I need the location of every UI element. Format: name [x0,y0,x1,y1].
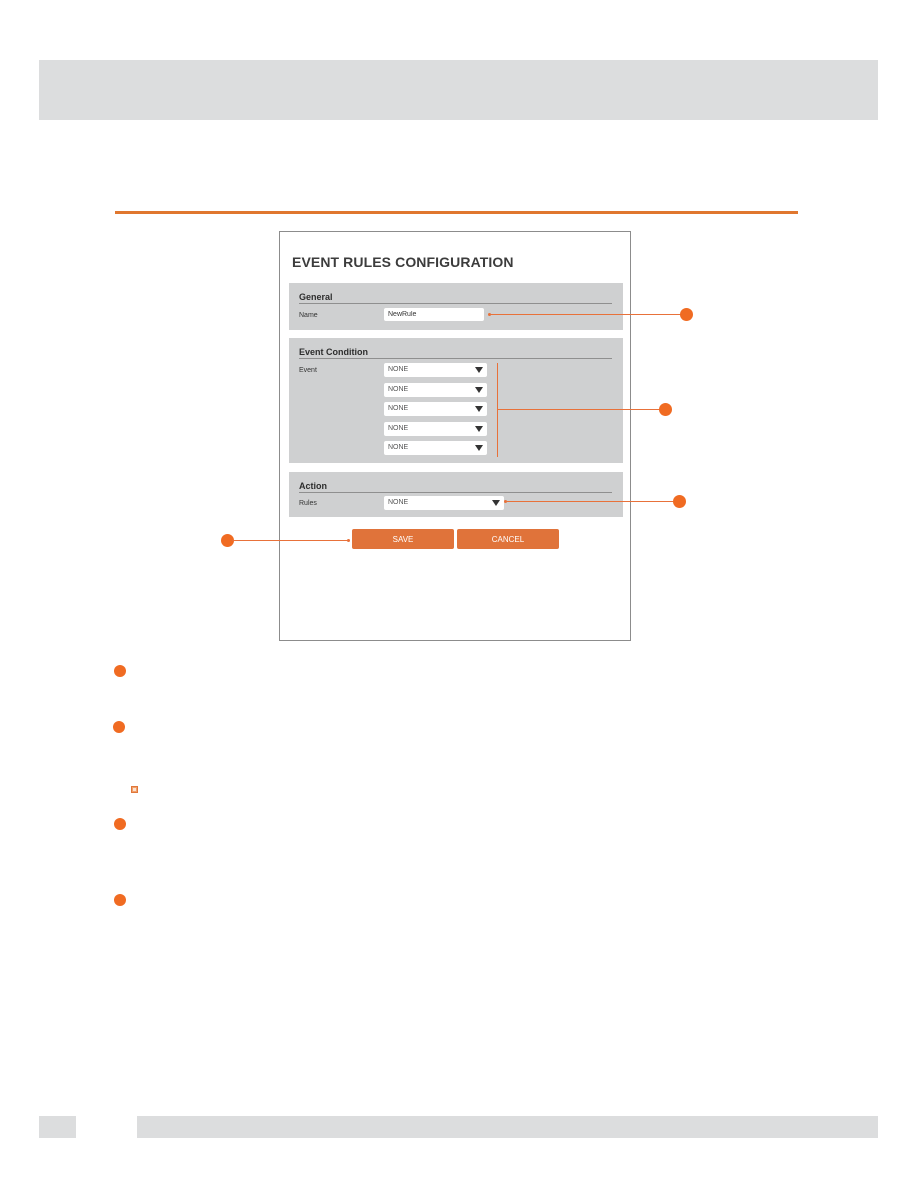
action-section: Action Rules NONE [289,472,623,517]
note-icon [131,786,138,793]
event-select-4[interactable]: NONE [384,422,487,436]
callout-1-marker [680,308,693,321]
event-select-1-value: NONE [388,366,409,373]
list-bullet-1 [114,665,126,677]
name-label: Name [299,312,318,319]
cancel-button[interactable]: CANCEL [457,529,559,549]
dropdown-arrow-icon [492,500,500,506]
event-select-5-value: NONE [388,444,409,451]
event-select-3-value: NONE [388,405,409,412]
rules-label: Rules [299,500,317,507]
dropdown-arrow-icon [475,367,483,373]
callout-3-marker [673,495,686,508]
list-bullet-3 [114,818,126,830]
callout-1-line [490,314,682,315]
rules-select[interactable]: NONE [384,496,504,510]
callout-4-line [232,540,348,541]
general-heading: General [299,292,612,304]
section-rule [115,211,798,214]
page-header-band [39,60,878,120]
callout-2-bracket [497,363,498,457]
event-select-4-value: NONE [388,425,409,432]
list-bullet-4 [114,894,126,906]
footer-band [137,1116,878,1138]
name-input[interactable] [384,308,484,321]
event-select-5[interactable]: NONE [384,441,487,455]
dropdown-arrow-icon [475,406,483,412]
event-select-2[interactable]: NONE [384,383,487,397]
dialog-title: EVENT RULES CONFIGURATION [292,254,514,270]
callout-2-marker [659,403,672,416]
event-select-1[interactable]: NONE [384,363,487,377]
event-condition-heading: Event Condition [299,347,612,359]
event-condition-section: Event Condition Event NONE NONE NONE NON… [289,338,623,463]
event-rules-dialog: EVENT RULES CONFIGURATION General Name E… [279,231,631,641]
footer-page-number-box [39,1116,76,1138]
save-button[interactable]: SAVE [352,529,454,549]
callout-4-tip [347,539,350,542]
general-section: General Name [289,283,623,330]
dropdown-arrow-icon [475,387,483,393]
dropdown-arrow-icon [475,445,483,451]
list-bullet-2 [113,721,125,733]
callout-3-line [506,501,674,502]
rules-select-value: NONE [388,499,409,506]
event-select-3[interactable]: NONE [384,402,487,416]
action-heading: Action [299,481,612,493]
callout-2-line [497,409,662,410]
event-select-2-value: NONE [388,386,409,393]
dropdown-arrow-icon [475,426,483,432]
event-label: Event [299,367,317,374]
